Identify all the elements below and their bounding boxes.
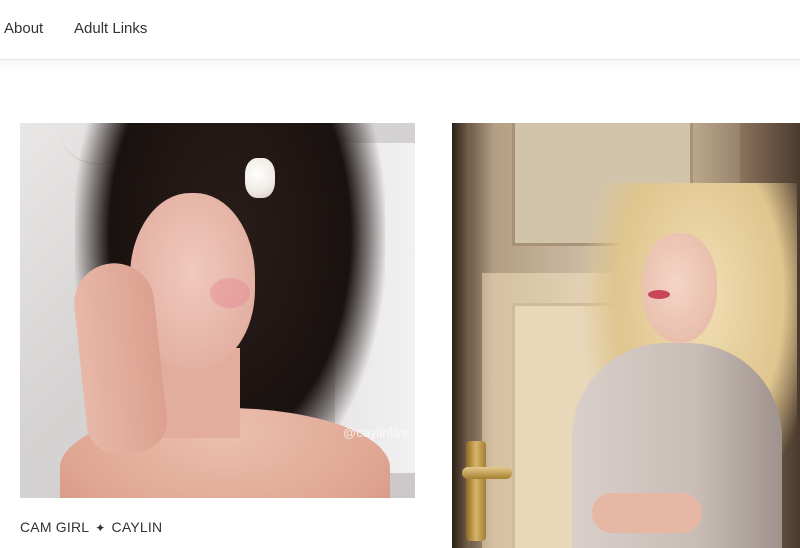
photo-watermark: @caylinlive <box>343 425 409 440</box>
pearl-hair-clip <box>245 158 275 198</box>
caption-name: CAYLIN <box>111 519 163 535</box>
post-thumbnail-second[interactable] <box>452 123 800 548</box>
door-handle-lever <box>462 467 512 479</box>
header-shadow-bar <box>0 60 800 72</box>
post-thumbnail-caylin[interactable]: @caylinlive <box>20 123 415 498</box>
photo-hands <box>592 493 702 533</box>
sparkle-icon: ✦ <box>95 521 106 535</box>
caption-category: CAM GIRL <box>20 519 90 535</box>
door-handle-plate <box>466 441 486 541</box>
nav-link-about[interactable]: About <box>4 19 43 39</box>
nav-link-adult-links[interactable]: Adult Links <box>74 19 147 39</box>
photo-face-2 <box>642 233 717 343</box>
top-navigation: About Adult Links <box>0 0 800 60</box>
photo-blush <box>210 278 250 308</box>
post-title-caylin[interactable]: CAM GIRL ✦ CAYLIN <box>20 518 162 537</box>
photo-lips <box>648 290 670 299</box>
